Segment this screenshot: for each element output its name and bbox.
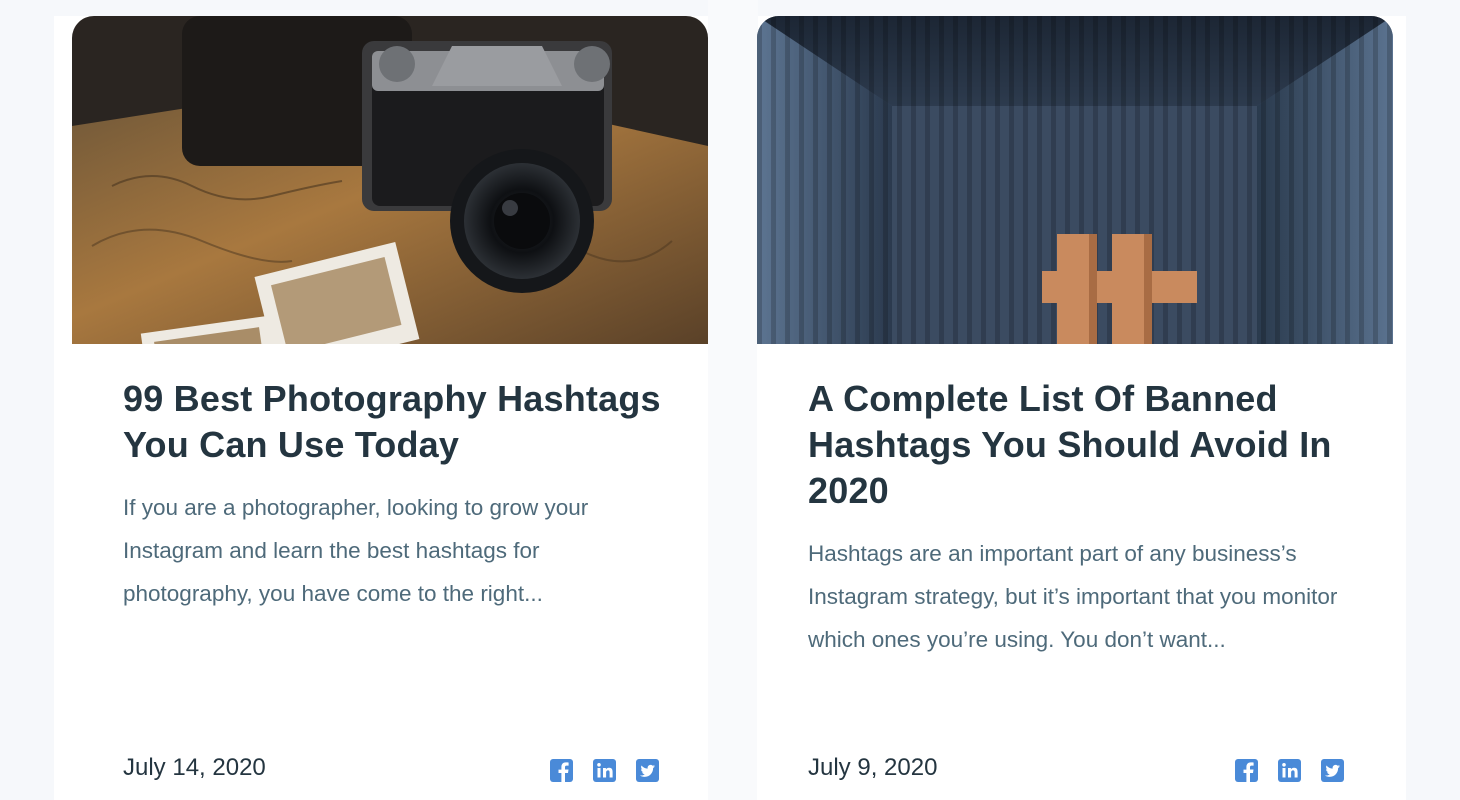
card-image-hashtag[interactable] (757, 16, 1393, 344)
facebook-icon[interactable] (1235, 759, 1258, 782)
card-footer: July 9, 2020 (808, 752, 1344, 788)
linkedin-icon[interactable] (1278, 759, 1301, 782)
facebook-icon[interactable] (550, 759, 573, 782)
share-buttons (1235, 759, 1344, 782)
post-excerpt: Hashtags are an important part of any bu… (808, 541, 1338, 652)
right-gutter (1406, 0, 1460, 800)
blog-listing: 99 Best Photography Hashtags You Can Use… (0, 0, 1460, 800)
card-gap (708, 0, 758, 800)
card-image-camera[interactable] (72, 16, 708, 344)
blog-card[interactable]: 99 Best Photography Hashtags You Can Use… (72, 16, 708, 800)
post-date: July 14, 2020 (123, 754, 266, 781)
hashtag-photo (757, 16, 1393, 344)
post-title[interactable]: A Complete List Of Banned Hashtags You S… (808, 376, 1348, 514)
card-footer: July 14, 2020 (123, 752, 659, 788)
card-body: A Complete List Of Banned Hashtags You S… (808, 376, 1348, 661)
twitter-icon[interactable] (1321, 759, 1344, 782)
left-gutter (0, 0, 54, 800)
camera-photo (72, 16, 708, 344)
share-buttons (550, 759, 659, 782)
post-date: July 9, 2020 (808, 754, 938, 781)
blog-card[interactable]: A Complete List Of Banned Hashtags You S… (757, 16, 1393, 800)
twitter-icon[interactable] (636, 759, 659, 782)
post-excerpt: If you are a photographer, looking to gr… (123, 495, 589, 606)
linkedin-icon[interactable] (593, 759, 616, 782)
post-title[interactable]: 99 Best Photography Hashtags You Can Use… (123, 376, 663, 468)
card-body: 99 Best Photography Hashtags You Can Use… (123, 376, 663, 615)
